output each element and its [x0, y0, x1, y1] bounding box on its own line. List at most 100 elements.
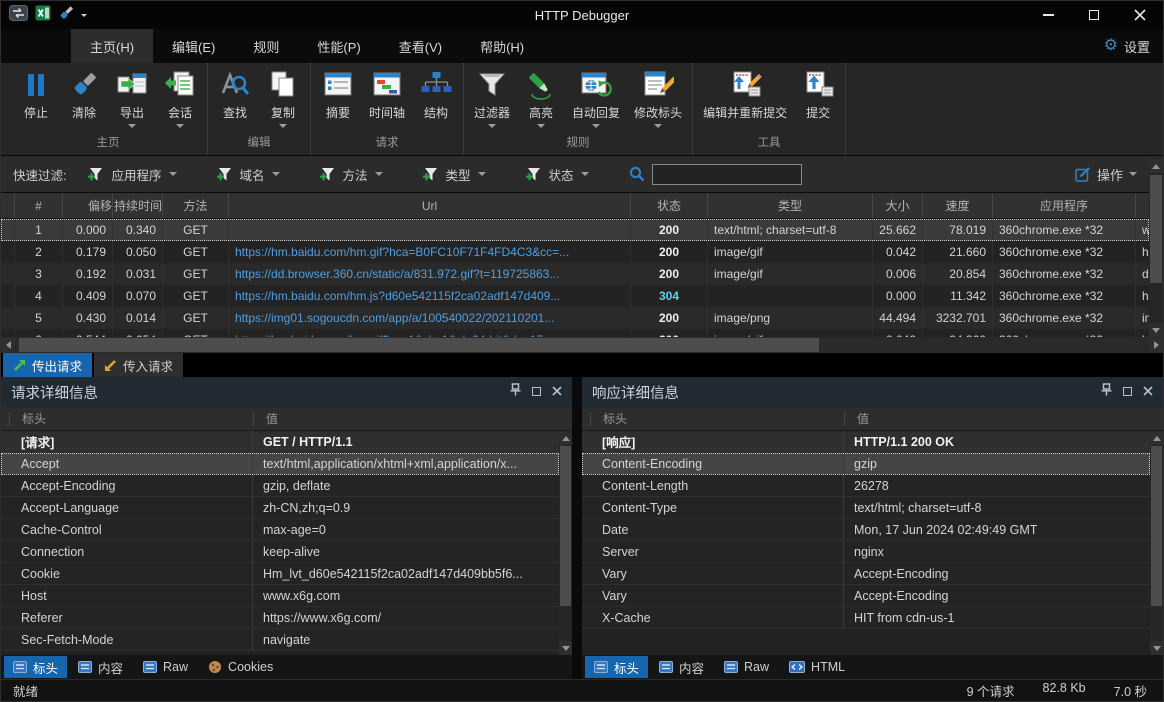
header-row[interactable]: Content-Encodinggzip: [582, 453, 1150, 475]
tab-content[interactable]: 内容: [69, 656, 132, 678]
header-row[interactable]: Connectionkeep-alive: [1, 541, 559, 563]
excel-icon[interactable]: [35, 5, 51, 26]
brush-qat-icon[interactable]: [58, 5, 74, 26]
header-row[interactable]: Cache-Controlmax-age=0: [1, 519, 559, 541]
header-row[interactable]: [响应]HTTP/1.1 200 OK: [582, 431, 1150, 453]
pin-icon[interactable]: [1101, 383, 1112, 401]
cookie-icon: [208, 660, 222, 674]
maximize-panel-icon[interactable]: [1123, 383, 1132, 401]
header-row[interactable]: VaryAccept-Encoding: [582, 585, 1150, 607]
col-header-value[interactable]: 值: [253, 412, 572, 426]
menu-home[interactable]: 主页(H): [71, 29, 153, 63]
header-row[interactable]: X-CacheHIT from cdn-us-1: [582, 607, 1150, 629]
filter-method[interactable]: 方法: [320, 165, 383, 184]
header-row[interactable]: Accepttext/html,application/xhtml+xml,ap…: [1, 453, 559, 475]
close-panel-icon[interactable]: [552, 383, 562, 401]
stop-button[interactable]: 停止: [12, 63, 60, 133]
minimize-button[interactable]: [1025, 1, 1071, 29]
action-button[interactable]: 操作: [1075, 165, 1137, 184]
copy-button[interactable]: 复制: [259, 63, 307, 133]
summary-button[interactable]: 摘要: [314, 63, 362, 133]
header-row[interactable]: Sec-Fetch-Modenavigate: [1, 629, 559, 651]
tab-html[interactable]: HTML: [780, 656, 854, 678]
header-row[interactable]: Servernginx: [582, 541, 1150, 563]
submit-button[interactable]: 提交: [794, 63, 842, 133]
response-panel-titlebar: 响应详细信息: [582, 377, 1163, 407]
clear-button[interactable]: 清除: [60, 63, 108, 133]
header-row[interactable]: Content-Typetext/html; charset=utf-8: [582, 497, 1150, 519]
col-header-method[interactable]: 方法: [163, 193, 229, 218]
table-row[interactable]: 10.0000.340GET200text/html; charset=utf-…: [1, 219, 1149, 241]
col-header-name[interactable]: 标头: [9, 412, 253, 426]
close-panel-icon[interactable]: [1143, 383, 1153, 401]
horizontal-scrollbar[interactable]: [1, 337, 1163, 353]
header-row[interactable]: Hostwww.x6g.com: [1, 585, 559, 607]
tab-raw[interactable]: Raw: [134, 656, 197, 678]
filter-domain[interactable]: 域名: [217, 165, 280, 184]
table-row[interactable]: 60.5440.054GEThttps://hm.baidu.com/hm.gi…: [1, 329, 1149, 337]
tab-headers[interactable]: 标头: [4, 656, 67, 678]
header-row[interactable]: [请求]GET / HTTP/1.1: [1, 431, 559, 453]
menu-help[interactable]: 帮助(H): [461, 29, 543, 63]
col-header-value[interactable]: 值: [844, 412, 1163, 426]
col-header-url[interactable]: Url: [229, 193, 631, 218]
header-row[interactable]: VaryAccept-Encoding: [582, 563, 1150, 585]
modify-header-button[interactable]: 修改标头: [627, 63, 689, 133]
col-header-status[interactable]: 状态: [631, 193, 708, 218]
header-row[interactable]: Content-Length26278: [582, 475, 1150, 497]
structure-button[interactable]: 结构: [412, 63, 460, 133]
highlight-button[interactable]: 高亮: [517, 63, 565, 133]
menu-performance[interactable]: 性能(P): [298, 29, 379, 63]
col-header-name[interactable]: 标头: [590, 412, 844, 426]
header-row[interactable]: Refererhttps://www.x6g.com/: [1, 607, 559, 629]
qat-dropdown-icon[interactable]: [81, 14, 87, 17]
filter-status[interactable]: 状态: [526, 165, 589, 184]
tab-incoming-requests[interactable]: 传入请求: [94, 353, 183, 377]
menu-view[interactable]: 查看(V): [380, 29, 461, 63]
col-header-type[interactable]: 类型: [708, 193, 873, 218]
sync-icon[interactable]: [9, 5, 28, 26]
panel-splitter[interactable]: [572, 377, 582, 679]
table-row[interactable]: 20.1790.050GEThttps://hm.baidu.com/hm.gi…: [1, 241, 1149, 263]
tab-headers[interactable]: 标头: [585, 656, 648, 678]
filter-type[interactable]: 类型: [423, 165, 486, 184]
vertical-scrollbar[interactable]: [1149, 159, 1163, 337]
header-row[interactable]: Accept-Encodinggzip, deflate: [1, 475, 559, 497]
table-row[interactable]: 50.4300.014GEThttps://img01.sogoucdn.com…: [1, 307, 1149, 329]
maximize-button[interactable]: [1071, 1, 1117, 29]
settings-button[interactable]: ⚙ 设置: [1104, 29, 1163, 63]
col-header-app[interactable]: 应用程序: [993, 193, 1136, 218]
edit-resubmit-button[interactable]: 编辑并重新提交: [696, 63, 794, 133]
session-button[interactable]: 会话: [156, 63, 204, 133]
button-label: 复制: [271, 104, 295, 121]
col-header-speed[interactable]: 速度: [923, 193, 993, 218]
filter-button[interactable]: 过滤器: [467, 63, 517, 133]
close-button[interactable]: [1117, 1, 1163, 29]
maximize-panel-icon[interactable]: [532, 383, 541, 401]
header-row[interactable]: DateMon, 17 Jun 2024 02:49:49 GMT: [582, 519, 1150, 541]
table-row[interactable]: 30.1920.031GEThttps://dd.browser.360.cn/…: [1, 263, 1149, 285]
header-row[interactable]: Accept-Languagezh-CN,zh;q=0.9: [1, 497, 559, 519]
panel-scrollbar[interactable]: [559, 431, 572, 655]
panel-scrollbar[interactable]: [1150, 431, 1163, 655]
tab-outgoing-requests[interactable]: 传出请求: [3, 353, 92, 377]
tab-raw[interactable]: Raw: [715, 656, 778, 678]
timeline-button[interactable]: 时间轴: [362, 63, 412, 133]
tab-cookies[interactable]: Cookies: [199, 656, 282, 678]
find-button[interactable]: 查找: [211, 63, 259, 133]
export-button[interactable]: 导出: [108, 63, 156, 133]
col-header-size[interactable]: 大小: [873, 193, 923, 218]
auto-respond-button[interactable]: 自动回复: [565, 63, 627, 133]
header-row[interactable]: CookieHm_lvt_d60e542115f2ca02adf147d409b…: [1, 563, 559, 585]
col-header-duration[interactable]: 持续时间: [113, 193, 163, 218]
pin-icon[interactable]: [510, 383, 521, 401]
search-input[interactable]: [652, 164, 802, 185]
table-row[interactable]: 40.4090.070GEThttps://hm.baidu.com/hm.js…: [1, 285, 1149, 307]
col-header-offset[interactable]: 偏移: [63, 193, 113, 218]
menu-edit[interactable]: 编辑(E): [153, 29, 234, 63]
tab-content[interactable]: 内容: [650, 656, 713, 678]
menu-rules[interactable]: 规则: [234, 29, 298, 63]
col-header-num[interactable]: #: [15, 193, 63, 218]
filter-application[interactable]: 应用程序: [88, 165, 176, 184]
col-header-domain[interactable]: [1136, 193, 1149, 218]
